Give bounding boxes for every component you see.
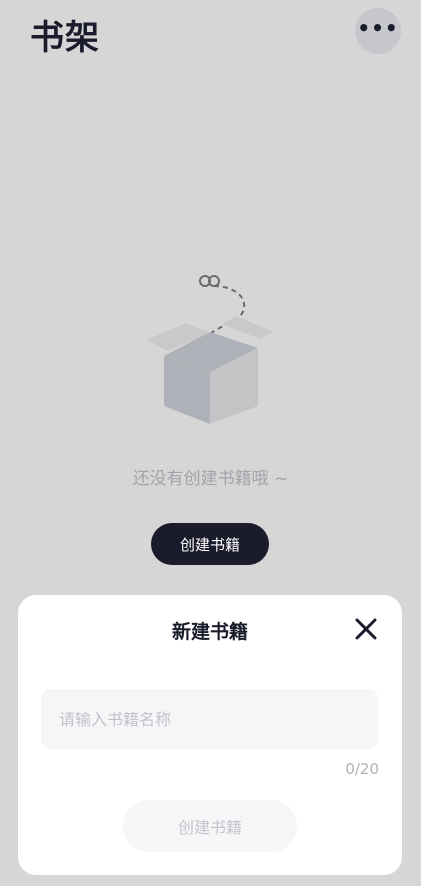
new-book-sheet: 新建书籍 0/20 创建书籍 [18, 595, 402, 875]
bookshelf-screen: 书架 ••• 还没有创建书籍哦 ~ 创建书籍 新建书籍 0/20 创建书籍 [0, 0, 421, 886]
sheet-title: 新建书籍 [171, 621, 248, 643]
more-icon: ••• [357, 16, 399, 40]
close-icon[interactable] [354, 617, 378, 641]
page-title: 书架 [30, 18, 100, 58]
create-book-button[interactable]: 创建书籍 [151, 523, 269, 565]
empty-state-text: 还没有创建书籍哦 ~ [132, 469, 289, 489]
more-button[interactable]: ••• [355, 8, 401, 54]
empty-box-icon [146, 275, 274, 424]
char-counter: 0/20 [345, 760, 379, 778]
book-name-input[interactable] [41, 689, 378, 749]
sheet-create-button[interactable]: 创建书籍 [123, 800, 297, 852]
